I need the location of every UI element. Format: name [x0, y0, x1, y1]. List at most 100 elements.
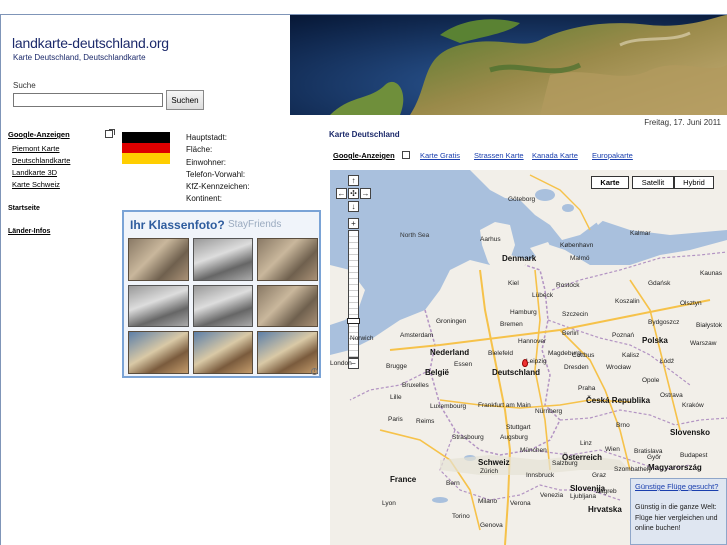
map-label: Strasbourg: [452, 434, 484, 441]
map-label: Brugge: [386, 363, 407, 370]
maptype-karte-button[interactable]: Karte: [591, 176, 629, 189]
class-photo[interactable]: [128, 238, 189, 281]
map-label: Norwich: [350, 335, 374, 342]
map-label: North Sea: [400, 232, 430, 239]
map-label: Koszalin: [615, 298, 640, 305]
class-photo[interactable]: [128, 331, 189, 374]
ad-brand-logo[interactable]: StayFriends: [228, 219, 281, 230]
flag-stripe-gold: [122, 153, 170, 164]
nav-ad-link-0[interactable]: Piemont Karte: [12, 144, 60, 153]
maptype-satellit-button[interactable]: Satellit: [632, 176, 674, 189]
map-label: København: [560, 242, 594, 249]
map-label: München: [520, 447, 547, 454]
map-label: Torino: [452, 513, 470, 520]
map-label: Olsztyn: [680, 300, 702, 307]
flight-ad-body: Günstig in die ganze Welt: Flüge hier ve…: [635, 504, 718, 532]
ad-photo-grid[interactable]: [128, 238, 318, 374]
class-photo[interactable]: [257, 238, 318, 281]
external-link-icon[interactable]: [402, 151, 410, 159]
map-label: Bydgoszcz: [648, 319, 680, 326]
map-label: Brno: [616, 422, 630, 429]
class-photo[interactable]: [192, 331, 254, 374]
nav-startseite[interactable]: Startseite: [8, 205, 40, 212]
map-label: Frankfurt am Main: [478, 402, 531, 409]
search-button[interactable]: Suchen: [166, 90, 204, 110]
header-banner-image: [290, 15, 727, 115]
map-label-country: Polska: [642, 336, 668, 345]
map-label: Kraków: [682, 402, 704, 409]
flight-ad[interactable]: Günstige Flüge gesucht? Günstig in die g…: [630, 478, 727, 545]
tab-europakarte[interactable]: Europakarte: [592, 151, 633, 160]
pan-up-icon[interactable]: ↑: [348, 175, 359, 186]
map-label: Bremen: [500, 321, 523, 328]
map-label: Gdańsk: [648, 280, 671, 287]
info-label-population: Einwohner:: [186, 157, 227, 167]
info-label-capital: Hauptstadt:: [186, 133, 227, 142]
map-label: Göteborg: [508, 196, 536, 203]
map-label: Nürnberg: [535, 408, 563, 415]
maptype-hybrid-button[interactable]: Hybrid: [674, 176, 714, 189]
pan-left-icon[interactable]: ←: [336, 188, 347, 199]
map-label: Stuttgart: [506, 424, 531, 431]
zoom-slider-handle[interactable]: [347, 318, 360, 324]
map-label: Hamburg: [510, 309, 537, 316]
map-label: Szombathely: [614, 466, 652, 473]
nav-laender-infos[interactable]: Länder-Infos: [8, 228, 50, 235]
map-label: Aarhus: [480, 236, 501, 243]
map-label: Essen: [454, 361, 473, 368]
map-label: Malmö: [570, 255, 590, 262]
tab-kanada-karte[interactable]: Kanada Karte: [532, 151, 578, 160]
site-title[interactable]: landkarte-deutschland.org: [12, 35, 169, 51]
tab-karte-gratis[interactable]: Karte Gratis: [420, 151, 460, 160]
google-ads-heading[interactable]: Google-Anzeigen: [8, 130, 70, 139]
nav-ad-link-2[interactable]: Landkarte 3D: [12, 168, 57, 177]
country-info: Hauptstadt: Fläche: Einwohner: Telefon-V…: [186, 132, 250, 206]
map-label: Dresden: [564, 364, 589, 371]
class-photo[interactable]: [257, 284, 318, 328]
tab-google-ads[interactable]: Google-Anzeigen: [333, 151, 395, 160]
map-label-country: Česká Republika: [586, 396, 651, 405]
tab-strassen-karte[interactable]: Strassen Karte: [474, 151, 524, 160]
map-label: Augsburg: [500, 434, 528, 441]
map-marker-icon[interactable]: [522, 359, 528, 367]
map-label: Linz: [580, 440, 592, 447]
pan-center-icon[interactable]: ✣: [348, 188, 359, 199]
map-label: Venezia: [540, 492, 564, 499]
map-label: Kiel: [508, 280, 519, 287]
map-label: Łódź: [660, 358, 675, 365]
external-link-icon[interactable]: [105, 129, 115, 138]
map-label: Amsterdam: [400, 332, 434, 339]
map-label: Szczecin: [562, 311, 589, 318]
map-label: Graz: [592, 472, 607, 479]
class-photo[interactable]: [192, 284, 254, 328]
ad-title[interactable]: Ihr Klassenfoto?: [130, 218, 225, 232]
map-label: Hannover: [518, 338, 547, 345]
germany-flag: [122, 132, 170, 164]
class-photo[interactable]: [192, 238, 254, 281]
flag-stripe-black: [122, 132, 170, 143]
ad-info-icon[interactable]: i: [311, 368, 318, 375]
map-section-title: Karte Deutschland: [329, 130, 400, 139]
class-photo[interactable]: [257, 331, 318, 374]
info-label-car-code: KfZ-Kennzeichen:: [186, 182, 250, 192]
nav-ad-link-3[interactable]: Karte Schweiz: [12, 180, 60, 189]
pan-down-icon[interactable]: ↓: [348, 201, 359, 212]
zoom-in-icon[interactable]: +: [348, 218, 359, 229]
class-photo[interactable]: [128, 284, 189, 328]
current-date: Freitag, 17. Juni 2011: [644, 118, 721, 127]
nav-ad-link-1[interactable]: Deutschlandkarte: [12, 156, 70, 165]
map-label: Opole: [642, 377, 660, 384]
map-label-country: Hrvatska: [588, 505, 622, 514]
map-label: London: [330, 360, 352, 367]
flight-ad-title[interactable]: Günstige Flüge gesucht?: [635, 482, 723, 492]
map-label: Poznań: [612, 332, 635, 339]
map-label: Wrocław: [606, 364, 631, 371]
map-label: Bruxelles: [402, 382, 429, 389]
map-label: Kaunas: [700, 270, 723, 277]
pan-right-icon[interactable]: →: [360, 188, 371, 199]
stayfriends-ad[interactable]: Ihr Klassenfoto? StayFriends i: [122, 210, 321, 378]
map-label: Verona: [510, 500, 531, 507]
map-label: Ostrava: [660, 392, 683, 399]
search-input[interactable]: [13, 93, 163, 107]
map-label: Genova: [480, 522, 503, 529]
